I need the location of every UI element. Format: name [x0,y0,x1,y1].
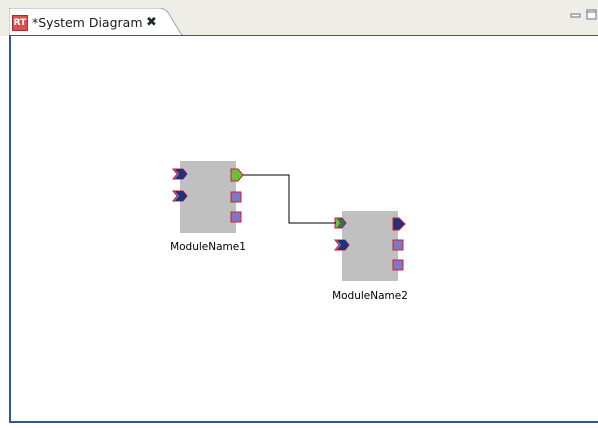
data-out-port[interactable] [230,168,244,182]
system-diagram-window: RT *System Diagram ✖ ModuleName1 ModuleN… [0,0,598,428]
port-connection[interactable] [243,174,336,224]
service-port[interactable] [230,211,242,223]
module-body[interactable] [342,211,398,281]
module-2[interactable]: ModuleName2 [332,211,408,302]
service-port[interactable] [392,239,404,251]
service-port[interactable] [392,259,404,271]
data-out-port[interactable] [392,217,406,231]
module-name-label: ModuleName1 [170,241,246,253]
module-1[interactable]: ModuleName1 [170,161,246,253]
diagram-canvas[interactable]: ModuleName1 ModuleName2 [0,0,598,428]
module-name-label: ModuleName2 [332,290,408,302]
service-port[interactable] [230,191,242,203]
module-body[interactable] [180,161,236,233]
